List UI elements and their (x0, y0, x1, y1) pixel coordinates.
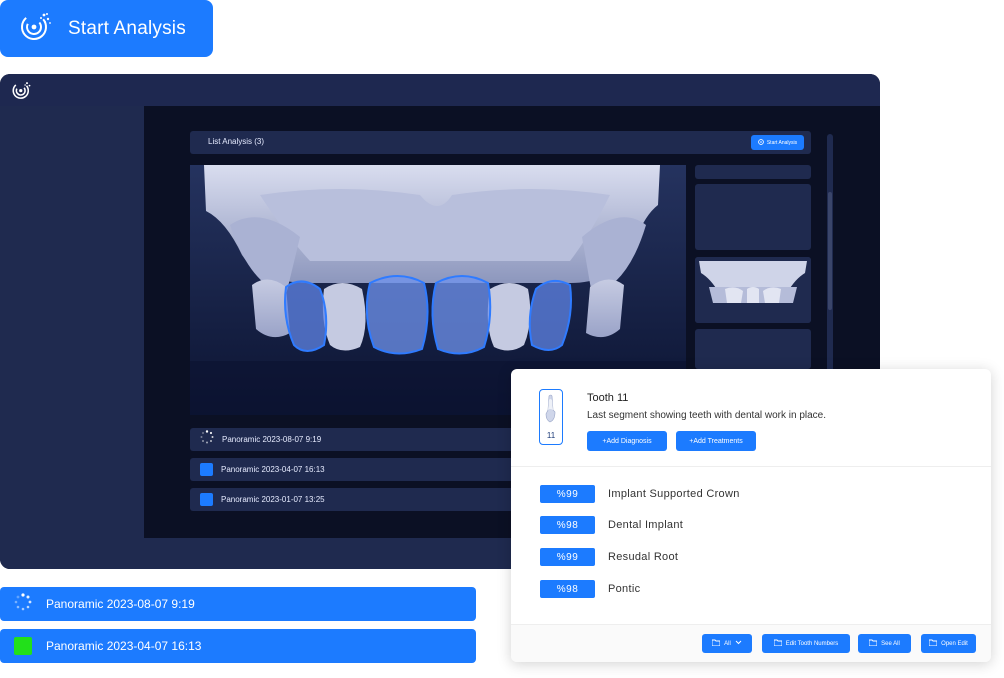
analysis-row[interactable]: Panoramic 2023-08-07 9:19 (190, 428, 520, 451)
prediction-label: Implant Supported Crown (608, 488, 740, 500)
analysis-row-label: Panoramic 2023-04-07 16:13 (221, 465, 325, 474)
scrollbar-thumb[interactable] (828, 192, 832, 310)
chevron-down-icon (735, 640, 742, 647)
loading-spinner-icon (200, 430, 214, 449)
thumbnail[interactable] (695, 184, 811, 250)
analysis-row-label: Panoramic 2023-01-07 13:25 (221, 495, 325, 504)
analysis-row-label: Panoramic 2023-08-07 9:19 (46, 597, 195, 611)
analysis-logo-icon[interactable] (12, 80, 32, 105)
tooth-title: Tooth 11 (587, 392, 629, 404)
analysis-list-title: List Analysis (3) (208, 137, 265, 146)
analysis-row-label: Panoramic 2023-08-07 9:19 (222, 435, 322, 444)
start-analysis-button[interactable]: Start Analysis (751, 135, 804, 150)
analysis-row-large[interactable]: Panoramic 2023-04-07 16:13 (0, 629, 476, 663)
filter-dropdown[interactable]: All (702, 634, 752, 653)
analysis-row[interactable]: Panoramic 2023-04-07 16:13 (190, 458, 520, 481)
divider (511, 466, 991, 467)
confidence-badge: %99 (540, 485, 595, 503)
confidence-badge: %99 (540, 548, 595, 566)
complete-status-icon (14, 637, 32, 655)
dental-thumbnail-image (695, 257, 811, 323)
folder-icon (868, 639, 878, 648)
analysis-logo-icon (20, 10, 52, 47)
folder-icon (773, 639, 783, 648)
analysis-list-header: List Analysis (3) Start Analysis (190, 131, 811, 154)
thumbnail[interactable] (695, 165, 811, 179)
start-analysis-hero-button[interactable]: Start Analysis (0, 0, 213, 57)
analysis-logo-icon (758, 138, 764, 147)
analysis-row-label: Panoramic 2023-04-07 16:13 (46, 639, 202, 653)
status-square-icon (200, 463, 213, 476)
tooth-description: Last segment showing teeth with dental w… (587, 410, 827, 421)
see-all-label: See All (881, 640, 900, 647)
add-treatments-button[interactable]: +Add Treatments (676, 431, 756, 451)
start-analysis-label: Start Analysis (766, 139, 798, 146)
edit-tooth-numbers-button[interactable]: Edit Tooth Numbers (762, 634, 850, 653)
tooth-detail-card: 11 Tooth 11 Last segment showing teeth w… (511, 369, 991, 662)
tooth-indicator[interactable]: 11 (539, 389, 563, 445)
tooth-icon (545, 394, 556, 423)
start-analysis-label: Start Analysis (68, 17, 186, 39)
open-edit-label: Open Edit (941, 640, 968, 647)
app-header (0, 74, 880, 106)
prediction-label: Resudal Root (608, 551, 679, 563)
folder-icon (711, 639, 721, 648)
thumbnail[interactable] (695, 329, 811, 369)
see-all-button[interactable]: See All (858, 634, 911, 653)
tooth-number: 11 (546, 431, 556, 440)
loading-spinner-icon (14, 592, 32, 616)
sidebar (0, 106, 144, 538)
add-diagnosis-button[interactable]: +Add Diagnosis (587, 431, 667, 451)
confidence-badge: %98 (540, 580, 595, 598)
thumbnail-active[interactable] (695, 257, 811, 323)
confidence-badge: %98 (540, 516, 595, 534)
folder-icon (928, 639, 938, 648)
analysis-row[interactable]: Panoramic 2023-01-07 13:25 (190, 488, 520, 511)
status-square-icon (200, 493, 213, 506)
edit-tooth-numbers-label: Edit Tooth Numbers (785, 640, 839, 647)
prediction-label: Dental Implant (608, 519, 684, 531)
prediction-label: Pontic (608, 583, 641, 595)
filter-label: All (724, 640, 731, 647)
open-edit-button[interactable]: Open Edit (921, 634, 976, 653)
analysis-row-large[interactable]: Panoramic 2023-08-07 9:19 (0, 587, 476, 621)
